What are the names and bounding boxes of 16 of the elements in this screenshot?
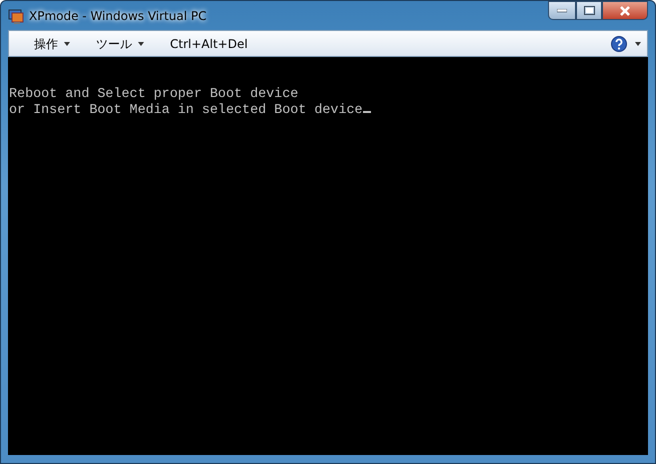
menu-button[interactable]: 操作	[34, 34, 70, 52]
toolbar-button[interactable]: Ctrl+Alt+Del	[170, 34, 248, 52]
caret-icon[interactable]	[635, 42, 641, 46]
console-text: or Insert Boot Media in selected Boot device	[9, 103, 363, 118]
app-icon	[8, 8, 24, 24]
text-cursor	[362, 111, 371, 113]
minimize-icon	[557, 8, 567, 12]
window-title: XPmode - Windows Virtual PC	[29, 8, 206, 24]
minimize-button[interactable]	[548, 1, 576, 20]
close-button[interactable]	[602, 1, 648, 20]
maximize-button[interactable]	[576, 1, 602, 20]
help-icon[interactable]	[611, 36, 627, 52]
close-icon	[619, 6, 631, 16]
console-text: Reboot and Select proper Boot device	[9, 87, 298, 102]
maximize-icon	[584, 6, 594, 15]
menu-button[interactable]: ツール	[96, 34, 144, 52]
